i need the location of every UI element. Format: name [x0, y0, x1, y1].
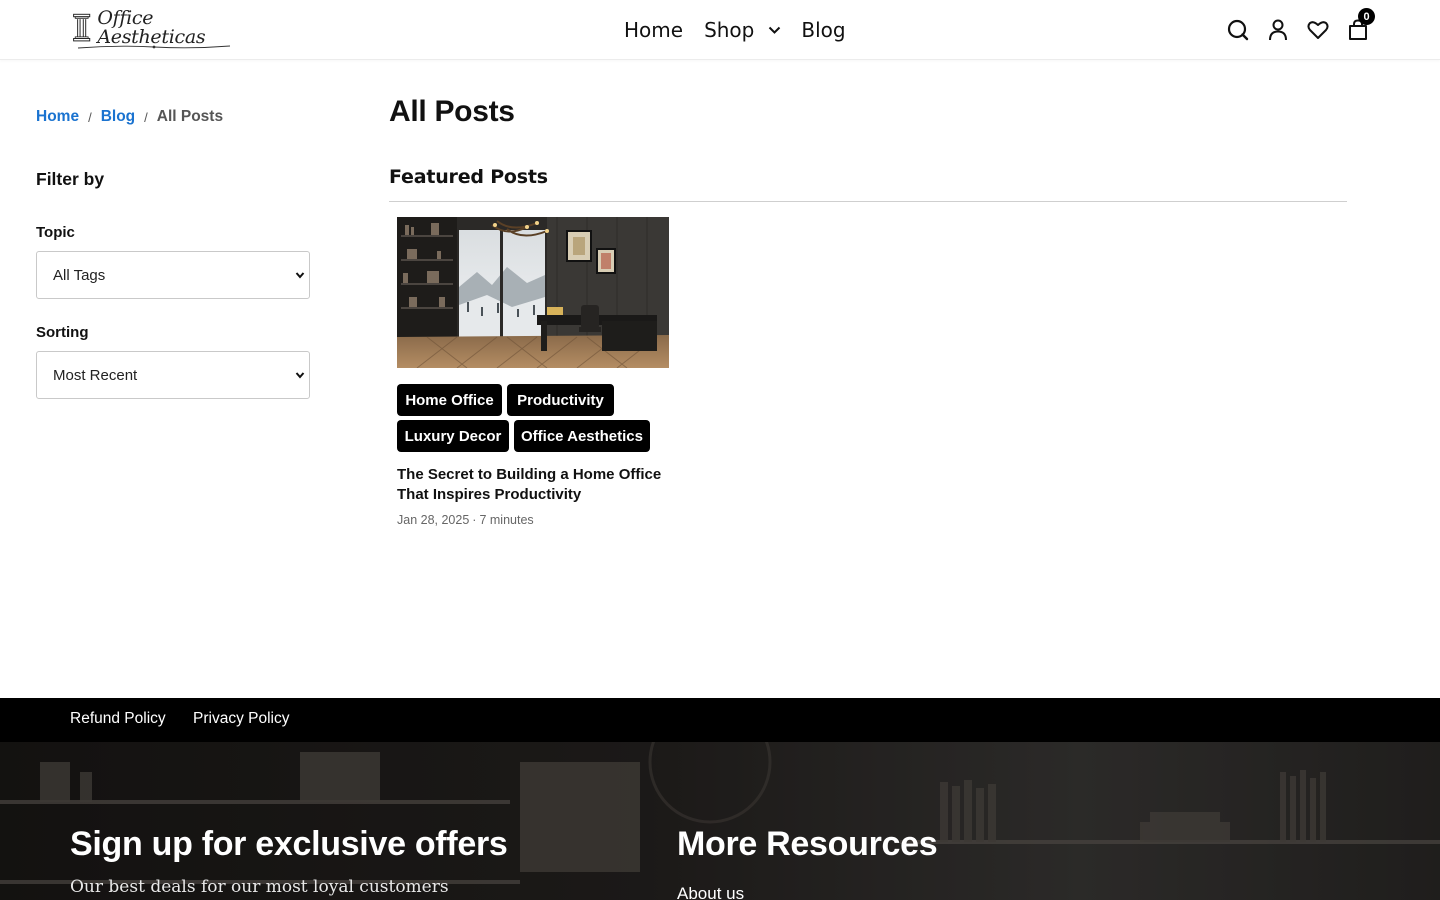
footer-link-privacy-policy[interactable]: Privacy Policy: [193, 710, 289, 728]
signup-subheading: Our best deals for our most loyal custom…: [70, 877, 449, 897]
footer-link-about-us[interactable]: About us: [677, 884, 744, 900]
resources-heading: More Resources: [677, 825, 938, 863]
breadcrumb-blog[interactable]: Blog: [101, 108, 135, 126]
signup-heading: Sign up for exclusive offers: [70, 825, 508, 863]
wishlist-button[interactable]: [1306, 18, 1330, 42]
breadcrumb-home[interactable]: Home: [36, 108, 79, 126]
breadcrumb: Home / Blog / All Posts: [36, 108, 223, 126]
post-title[interactable]: The Secret to Building a Home Office Tha…: [397, 465, 669, 505]
tag-productivity[interactable]: Productivity: [507, 384, 614, 416]
heart-icon: [1307, 21, 1329, 39]
cart-button[interactable]: 0: [1346, 8, 1375, 42]
office-photo-image: [397, 217, 669, 368]
footer-link-refund-policy[interactable]: Refund Policy: [70, 710, 166, 728]
breadcrumb-separator: /: [88, 109, 92, 125]
pillar-logo-icon: [73, 13, 91, 42]
user-icon: [1269, 19, 1287, 41]
topic-select[interactable]: All Tags: [36, 251, 310, 299]
sorting-select-value: Most Recent: [53, 366, 138, 384]
chevron-down-icon: [295, 372, 305, 379]
section-divider: [389, 201, 1347, 202]
brand-name: Office Aestheticas: [97, 7, 206, 48]
footer-links-bar: Refund Policy Privacy Policy: [0, 698, 1440, 742]
post-meta: Jan 28, 2025 · 7 minutes: [397, 513, 534, 527]
nav-blog[interactable]: Blog: [801, 18, 845, 42]
main-nav: Home Shop Blog: [624, 16, 846, 44]
header-actions: 0: [1226, 8, 1375, 44]
chevron-down-icon: [295, 272, 305, 279]
breadcrumb-current: All Posts: [156, 108, 224, 125]
sorting-select[interactable]: Most Recent: [36, 351, 310, 399]
cart-count-badge: 0: [1358, 8, 1375, 25]
nav-home[interactable]: Home: [624, 18, 683, 42]
filter-heading: Filter by: [36, 169, 105, 189]
logo-flourish: [77, 45, 231, 49]
search-icon: [1227, 19, 1249, 41]
post-card[interactable]: Home Office Productivity Luxury Decor Of…: [397, 217, 669, 527]
footer-hero: Sign up for exclusive offers Our best de…: [0, 742, 1440, 900]
search-button[interactable]: [1226, 18, 1250, 42]
chevron-down-icon[interactable]: [768, 26, 781, 34]
page-title: All Posts: [389, 95, 515, 128]
post-read-time: 7 minutes: [479, 513, 534, 527]
tag-home-office[interactable]: Home Office: [397, 384, 502, 416]
post-date: Jan 28, 2025: [397, 513, 470, 527]
nav-shop[interactable]: Shop: [704, 18, 754, 42]
sorting-label: Sorting: [36, 324, 89, 341]
tag-office-aesthetics[interactable]: Office Aesthetics: [514, 420, 650, 452]
nav-shop-dropdown[interactable]: Shop: [704, 18, 781, 42]
meta-separator: ·: [472, 513, 477, 527]
brand-logo[interactable]: Office Aestheticas: [72, 4, 234, 52]
topic-label: Topic: [36, 224, 75, 241]
account-button[interactable]: [1266, 18, 1290, 42]
featured-posts-heading: Featured Posts: [389, 166, 548, 188]
topic-select-value: All Tags: [53, 266, 106, 284]
tag-luxury-decor[interactable]: Luxury Decor: [397, 420, 509, 452]
site-header: Office Aestheticas Home Shop Blog 0: [0, 0, 1440, 60]
breadcrumb-separator: /: [144, 109, 148, 125]
post-thumbnail[interactable]: [397, 217, 669, 368]
